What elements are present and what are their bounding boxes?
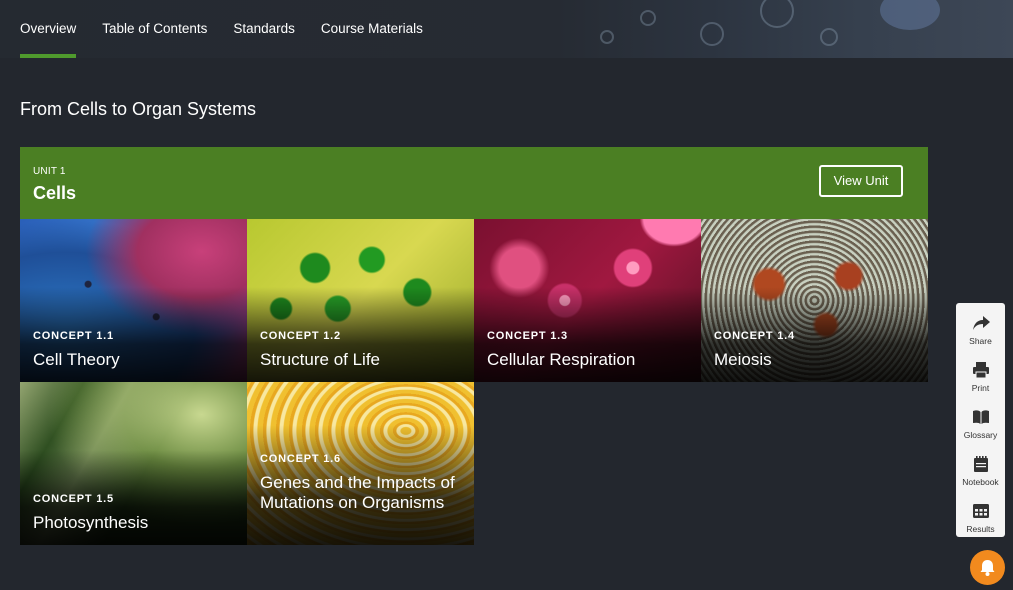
decorative-bubble — [700, 22, 724, 46]
concept-number: CONCEPT 1.5 — [33, 493, 114, 505]
tab-table-of-contents[interactable]: Table of Contents — [102, 0, 207, 58]
notification-button[interactable] — [970, 550, 1005, 585]
concept-number: CONCEPT 1.3 — [487, 330, 568, 342]
bell-icon — [980, 560, 995, 576]
concept-title: Cellular Respiration — [487, 350, 636, 369]
decorative-bubble — [600, 30, 614, 44]
print-label: Print — [971, 383, 990, 393]
decorative-bubble — [880, 0, 940, 30]
results-icon — [973, 504, 989, 518]
concept-number: CONCEPT 1.2 — [260, 330, 341, 342]
concept-title: Structure of Life — [260, 350, 381, 369]
decorative-bubble — [760, 0, 794, 28]
concept-title: Genes and the Impacts of Mutations on Or… — [260, 473, 455, 512]
unit-title: Cells — [33, 183, 77, 203]
concept-card-meiosis[interactable]: CONCEPT 1.4 Meiosis — [701, 219, 928, 382]
page-title: From Cells to Organ Systems — [20, 99, 257, 119]
glossary-button[interactable]: Glossary — [956, 400, 1005, 447]
tab-standards[interactable]: Standards — [233, 0, 295, 58]
concept-number: CONCEPT 1.1 — [33, 330, 114, 342]
concept-number: CONCEPT 1.4 — [714, 330, 795, 342]
share-label: Share — [969, 336, 992, 346]
glossary-label: Glossary — [963, 430, 998, 440]
notebook-button[interactable]: Notebook — [956, 447, 1005, 494]
concept-number: CONCEPT 1.6 — [260, 453, 341, 465]
book-icon — [973, 410, 989, 424]
share-icon — [973, 316, 990, 330]
concept-title: Cell Theory — [33, 350, 120, 369]
print-icon — [973, 362, 989, 379]
concept-card-structure-of-life[interactable]: CONCEPT 1.2 Structure of Life — [247, 219, 474, 382]
concept-title: Photosynthesis — [33, 513, 149, 532]
print-button[interactable]: Print — [956, 353, 1005, 400]
share-button[interactable]: Share — [956, 306, 1005, 353]
top-navigation-bar: Overview Table of Contents Standards Cou… — [0, 0, 1013, 58]
tool-sidebar: Share Print Glossary Notebook Results — [956, 303, 1005, 537]
concept-card-photosynthesis[interactable]: CONCEPT 1.5 Photosynthesis — [20, 382, 247, 545]
results-button[interactable]: Results — [956, 494, 1005, 541]
concept-title: Meiosis — [714, 350, 772, 369]
tab-bar: Overview Table of Contents Standards Cou… — [20, 0, 449, 58]
unit-number: UNIT 1 — [33, 166, 66, 177]
unit-header: UNIT 1 Cells View Unit — [20, 147, 928, 219]
notebook-icon — [974, 456, 988, 472]
concept-card-genes-mutations[interactable]: CONCEPT 1.6 Genes and the Impacts of Mut… — [247, 382, 474, 545]
tab-overview[interactable]: Overview — [20, 0, 77, 58]
tab-course-materials[interactable]: Course Materials — [321, 0, 423, 58]
concept-card-cell-theory[interactable]: CONCEPT 1.1 Cell Theory — [20, 219, 247, 382]
results-label: Results — [966, 524, 995, 534]
view-unit-button[interactable]: View Unit — [819, 165, 903, 197]
concept-card-cellular-respiration[interactable]: CONCEPT 1.3 Cellular Respiration — [474, 219, 701, 382]
notebook-label: Notebook — [962, 477, 999, 487]
decorative-bubble — [640, 10, 656, 26]
decorative-bubble — [820, 28, 838, 46]
